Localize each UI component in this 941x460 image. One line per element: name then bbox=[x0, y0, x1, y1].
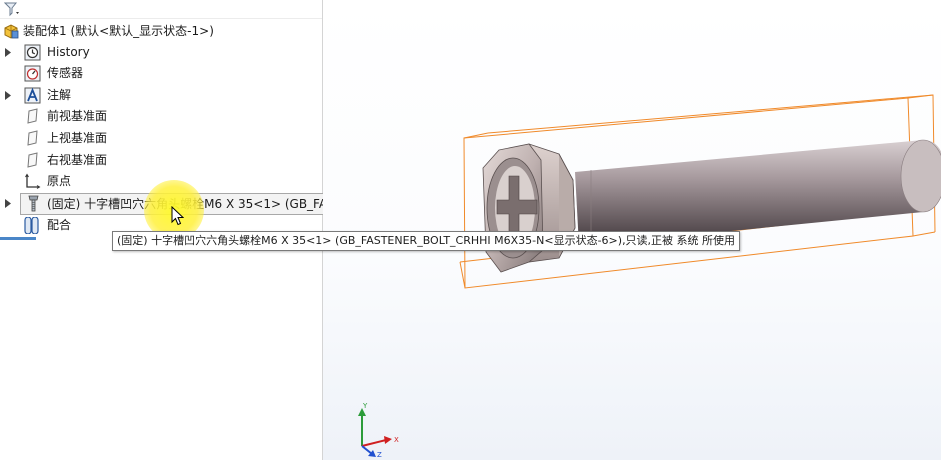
assembly-icon bbox=[3, 23, 20, 40]
tree-item-right-plane[interactable]: 右视基准面 bbox=[0, 150, 322, 171]
tree-item-label: 右视基准面 bbox=[47, 153, 108, 167]
graphics-viewport[interactable]: Y X Z bbox=[323, 0, 941, 460]
triad-z-label: Z bbox=[377, 451, 382, 458]
tooltip: (固定) 十字槽凹穴六角头螺栓M6 X 35<1> (GB_FASTENER_B… bbox=[112, 231, 741, 251]
tree-item-label: History bbox=[47, 45, 90, 59]
annotation-icon bbox=[24, 87, 41, 104]
rollback-bar[interactable] bbox=[0, 237, 36, 240]
mates-icon bbox=[23, 217, 40, 234]
origin-icon bbox=[24, 173, 41, 190]
expand-arrow-icon[interactable] bbox=[5, 193, 13, 214]
tree-item-label: 注解 bbox=[47, 88, 72, 102]
tree-item-history[interactable]: History bbox=[0, 42, 322, 63]
bolt-part-icon bbox=[25, 195, 42, 212]
filter-icon[interactable] bbox=[3, 1, 20, 17]
coordinate-triad: Y X Z bbox=[358, 402, 399, 458]
tree-item-annotations[interactable]: 注解 bbox=[0, 85, 322, 106]
tree-item-label: 前视基准面 bbox=[47, 109, 108, 123]
tree-item-label: 上视基准面 bbox=[47, 131, 108, 145]
tree-root-label: 装配体1 (默认<默认_显示状态-1>) bbox=[23, 24, 214, 38]
history-icon bbox=[24, 44, 41, 61]
tree-item-top-plane[interactable]: 上视基准面 bbox=[0, 128, 322, 149]
bolt-model[interactable] bbox=[323, 0, 941, 460]
feature-manager-tree: 装配体1 (默认<默认_显示状态-1>) History 传感器 注解 前视基准… bbox=[0, 0, 330, 460]
tree-item-sensors[interactable]: 传感器 bbox=[0, 63, 322, 84]
tree-item-front-plane[interactable]: 前视基准面 bbox=[0, 106, 322, 127]
expand-arrow-icon[interactable] bbox=[5, 42, 13, 63]
tree-item-label: 原点 bbox=[47, 174, 72, 188]
plane-icon bbox=[24, 152, 41, 169]
triad-y-label: Y bbox=[362, 402, 368, 410]
mouse-cursor-icon bbox=[171, 206, 184, 226]
tree-root-assembly[interactable]: 装配体1 (默认<默认_显示状态-1>) bbox=[0, 21, 322, 42]
plane-icon bbox=[24, 108, 41, 125]
tree-item-label: 传感器 bbox=[47, 66, 84, 80]
tree-item-label: (固定) 十字槽凹穴六角头螺栓M6 X 35<1> (GB_FA bbox=[47, 197, 328, 211]
sensor-icon bbox=[24, 65, 41, 82]
plane-icon bbox=[24, 130, 41, 147]
tree-item-label: 配合 bbox=[47, 218, 72, 232]
triad-x-label: X bbox=[394, 436, 399, 444]
filter-bar bbox=[0, 0, 322, 19]
tree-item-origin[interactable]: 原点 bbox=[0, 171, 322, 192]
expand-arrow-icon[interactable] bbox=[5, 85, 13, 106]
